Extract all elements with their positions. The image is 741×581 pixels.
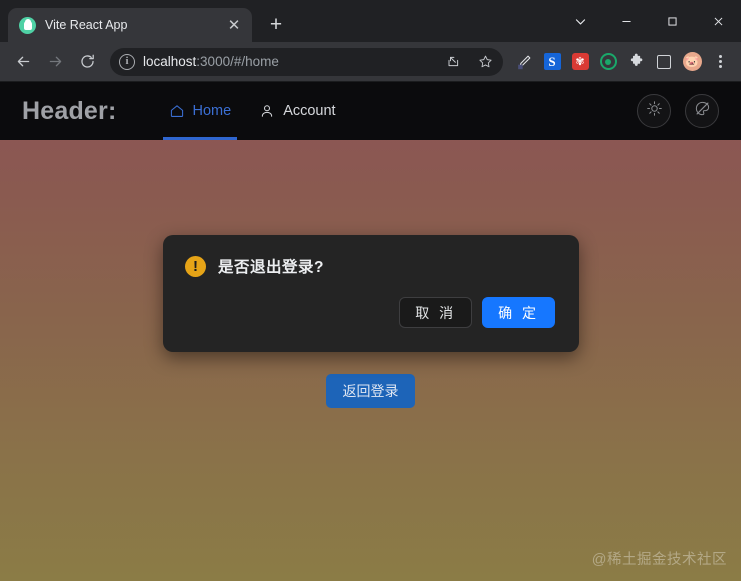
cancel-button[interactable]: 取 消: [399, 297, 473, 328]
palette-slash-icon: [694, 100, 711, 122]
url-text: localhost:3000/#/home: [143, 54, 433, 69]
user-icon: [259, 103, 275, 119]
watermark: @稀土掘金技术社区: [591, 552, 727, 568]
forward-button[interactable]: [40, 47, 70, 77]
app-header: Header: Home Account: [0, 82, 741, 140]
browser-window: Vite React App ✕ + i localhost:3000/#/ho…: [0, 0, 741, 581]
nav-item-home[interactable]: Home: [155, 82, 246, 140]
tab-search-icon[interactable]: [557, 0, 603, 42]
color-scheme-toggle[interactable]: [685, 94, 719, 128]
maximize-icon[interactable]: [649, 0, 695, 42]
web-page: Header: Home Account 返回登录 ! 是否退出登录? 取 消 …: [0, 82, 741, 581]
eyedropper-extension-icon[interactable]: [511, 49, 537, 75]
close-tab-icon[interactable]: ✕: [224, 15, 244, 35]
page-content: 返回登录 ! 是否退出登录? 取 消 确 定 @稀土掘金技术社区: [0, 140, 741, 581]
back-button[interactable]: [8, 47, 38, 77]
header-actions: [637, 82, 719, 140]
new-tab-button[interactable]: +: [262, 10, 290, 38]
puzzle-extensions-icon[interactable]: [623, 49, 649, 75]
close-window-icon[interactable]: [695, 0, 741, 42]
vite-rabbit-icon: [19, 16, 36, 34]
dialog-footer: 取 消 确 定: [185, 297, 555, 328]
window-controls: [557, 0, 741, 42]
home-icon: [169, 103, 185, 119]
red-paw-extension-icon[interactable]: ✾: [567, 49, 593, 75]
side-panel-icon[interactable]: [651, 49, 677, 75]
address-bar[interactable]: i localhost:3000/#/home: [110, 47, 503, 76]
nav-item-home-label: Home: [192, 103, 232, 119]
nav-item-account-label: Account: [283, 103, 336, 119]
reload-button[interactable]: [72, 47, 102, 77]
main-nav: Home Account: [155, 82, 350, 140]
nav-item-account[interactable]: Account: [245, 82, 349, 140]
site-info-icon[interactable]: i: [119, 53, 135, 70]
logout-confirm-dialog: ! 是否退出登录? 取 消 确 定: [163, 235, 579, 352]
browser-tab[interactable]: Vite React App ✕: [8, 8, 252, 42]
tab-title: Vite React App: [45, 18, 128, 32]
url-path: :3000/#/home: [196, 54, 279, 69]
dialog-title: 是否退出登录?: [218, 259, 324, 276]
sun-icon: [646, 100, 663, 122]
tab-strip: Vite React App ✕ +: [0, 0, 741, 42]
dialog-header: ! 是否退出登录?: [185, 255, 555, 277]
profile-avatar[interactable]: 🐷: [679, 49, 705, 75]
bookmark-star-icon[interactable]: [473, 50, 497, 74]
green-target-extension-icon[interactable]: [595, 49, 621, 75]
browser-menu-icon[interactable]: [707, 49, 733, 75]
confirm-button[interactable]: 确 定: [482, 297, 555, 328]
page-title: Header:: [22, 96, 117, 125]
s-extension-icon[interactable]: S: [539, 49, 565, 75]
theme-brightness-toggle[interactable]: [637, 94, 671, 128]
share-icon[interactable]: [441, 50, 465, 74]
minimize-icon[interactable]: [603, 0, 649, 42]
back-to-login-button[interactable]: 返回登录: [326, 374, 415, 408]
url-host: localhost: [143, 54, 197, 69]
warning-icon: !: [185, 256, 206, 277]
browser-toolbar: i localhost:3000/#/home S ✾ 🐷: [0, 42, 741, 82]
